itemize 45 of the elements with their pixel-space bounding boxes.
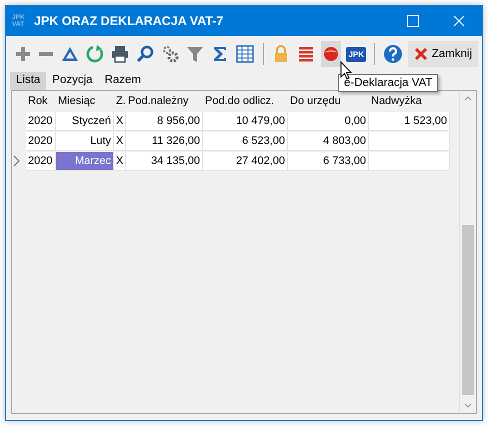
table-cell: 34 135,00 (126, 152, 203, 170)
tooltip: e-Deklaracja VAT (338, 74, 438, 92)
table-cell: 10 479,00 (203, 112, 288, 130)
table-cell: X (114, 152, 126, 170)
tab[interactable]: Razem (98, 72, 148, 90)
table-cell: 2020 (26, 132, 56, 150)
table-cell: Styczeń (56, 112, 114, 130)
column-header[interactable]: Pod.do odlicz. (203, 92, 288, 110)
table-cell: 0,00 (288, 112, 369, 130)
plus-icon (13, 44, 33, 64)
close-button[interactable]: Zamknij (408, 41, 478, 67)
tab[interactable]: Pozycja (46, 72, 99, 90)
table-cell: Luty (56, 132, 114, 150)
column-header[interactable]: Do urzędu (288, 92, 369, 110)
table-cell: 8 956,00 (126, 112, 203, 130)
close-icon (453, 15, 465, 27)
column-header[interactable]: Rok (26, 92, 56, 110)
table-cell: 2020 (26, 112, 56, 130)
table-cell: 1 523,00 (369, 112, 450, 130)
column-header[interactable]: Pod.należny (126, 92, 203, 110)
maximize-icon (407, 15, 419, 27)
search-icon (134, 44, 155, 64)
refresh-icon (84, 44, 105, 64)
table-cell: X (114, 112, 126, 130)
table-cell: X (114, 132, 126, 150)
close-icon (414, 47, 428, 61)
table-cell: 27 402,00 (203, 152, 288, 170)
tab[interactable]: Lista (10, 72, 46, 90)
minus-icon (39, 52, 54, 56)
columns-icon (234, 44, 255, 64)
toolbar-button[interactable] (321, 41, 342, 67)
printer-icon (110, 44, 130, 64)
help-icon (382, 44, 403, 64)
column-header[interactable]: Nadwyżka (369, 92, 450, 110)
filter-icon (184, 44, 205, 64)
table-cell: 11 326,00 (126, 132, 203, 150)
window-title: JPK ORAZ DEKLARACJA VAT-7 (34, 14, 224, 28)
table-cell: Marzec (56, 152, 114, 170)
table-cell: 6 733,00 (288, 152, 369, 170)
scrollbar[interactable] (459, 91, 476, 413)
table-cell: 2020 (26, 152, 56, 170)
table-cell: 4 803,00 (288, 132, 369, 150)
table-cell: 6 523,00 (203, 132, 288, 150)
column-header[interactable]: Miesiąc (56, 92, 114, 110)
column-header[interactable]: Z. (114, 92, 126, 110)
